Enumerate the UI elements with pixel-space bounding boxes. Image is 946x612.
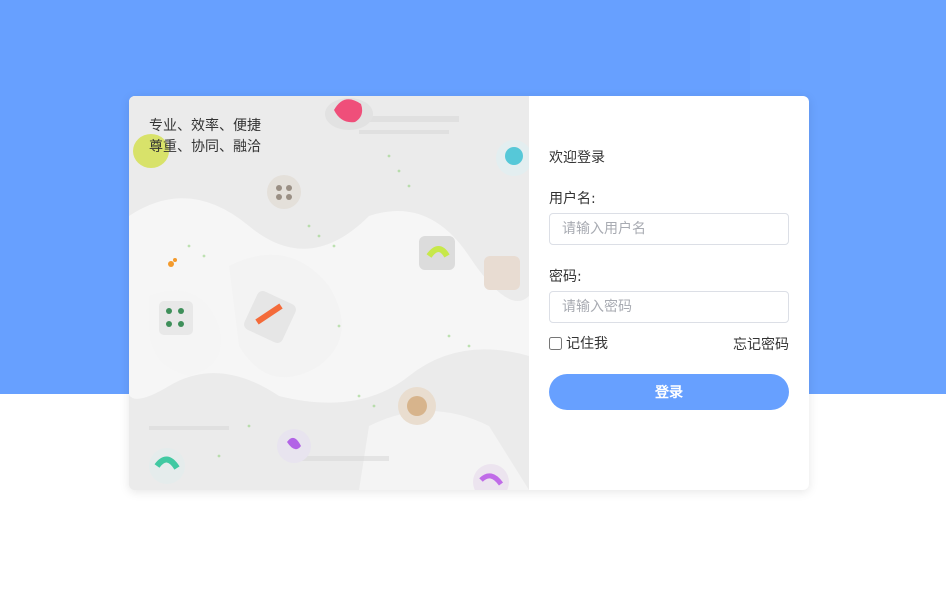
slogan-line-2: 尊重、协同、融洽 (149, 139, 261, 155)
password-input[interactable] (549, 291, 789, 323)
login-card: 专业、效率、便捷 尊重、协同、融洽 欢迎登录 用户名: 密码: 记住我 忘记密码… (129, 96, 809, 490)
login-form: 欢迎登录 用户名: 密码: 记住我 忘记密码 登录 (549, 96, 789, 490)
remember-me-checkbox[interactable] (549, 336, 562, 350)
illustration-panel: 专业、效率、便捷 尊重、协同、融洽 (129, 96, 529, 490)
forgot-password-link[interactable]: 忘记密码 (733, 334, 789, 354)
username-label: 用户名: (549, 191, 596, 207)
login-button[interactable]: 登录 (549, 374, 789, 410)
slogan: 专业、效率、便捷 尊重、协同、融洽 (149, 116, 261, 158)
password-label: 密码: (549, 269, 582, 285)
slogan-line-1: 专业、效率、便捷 (149, 118, 261, 134)
username-input[interactable] (549, 213, 789, 245)
remember-me-label: 记住我 (566, 336, 608, 352)
welcome-title: 欢迎登录 (549, 150, 605, 166)
remember-me[interactable]: 记住我 (549, 333, 608, 353)
